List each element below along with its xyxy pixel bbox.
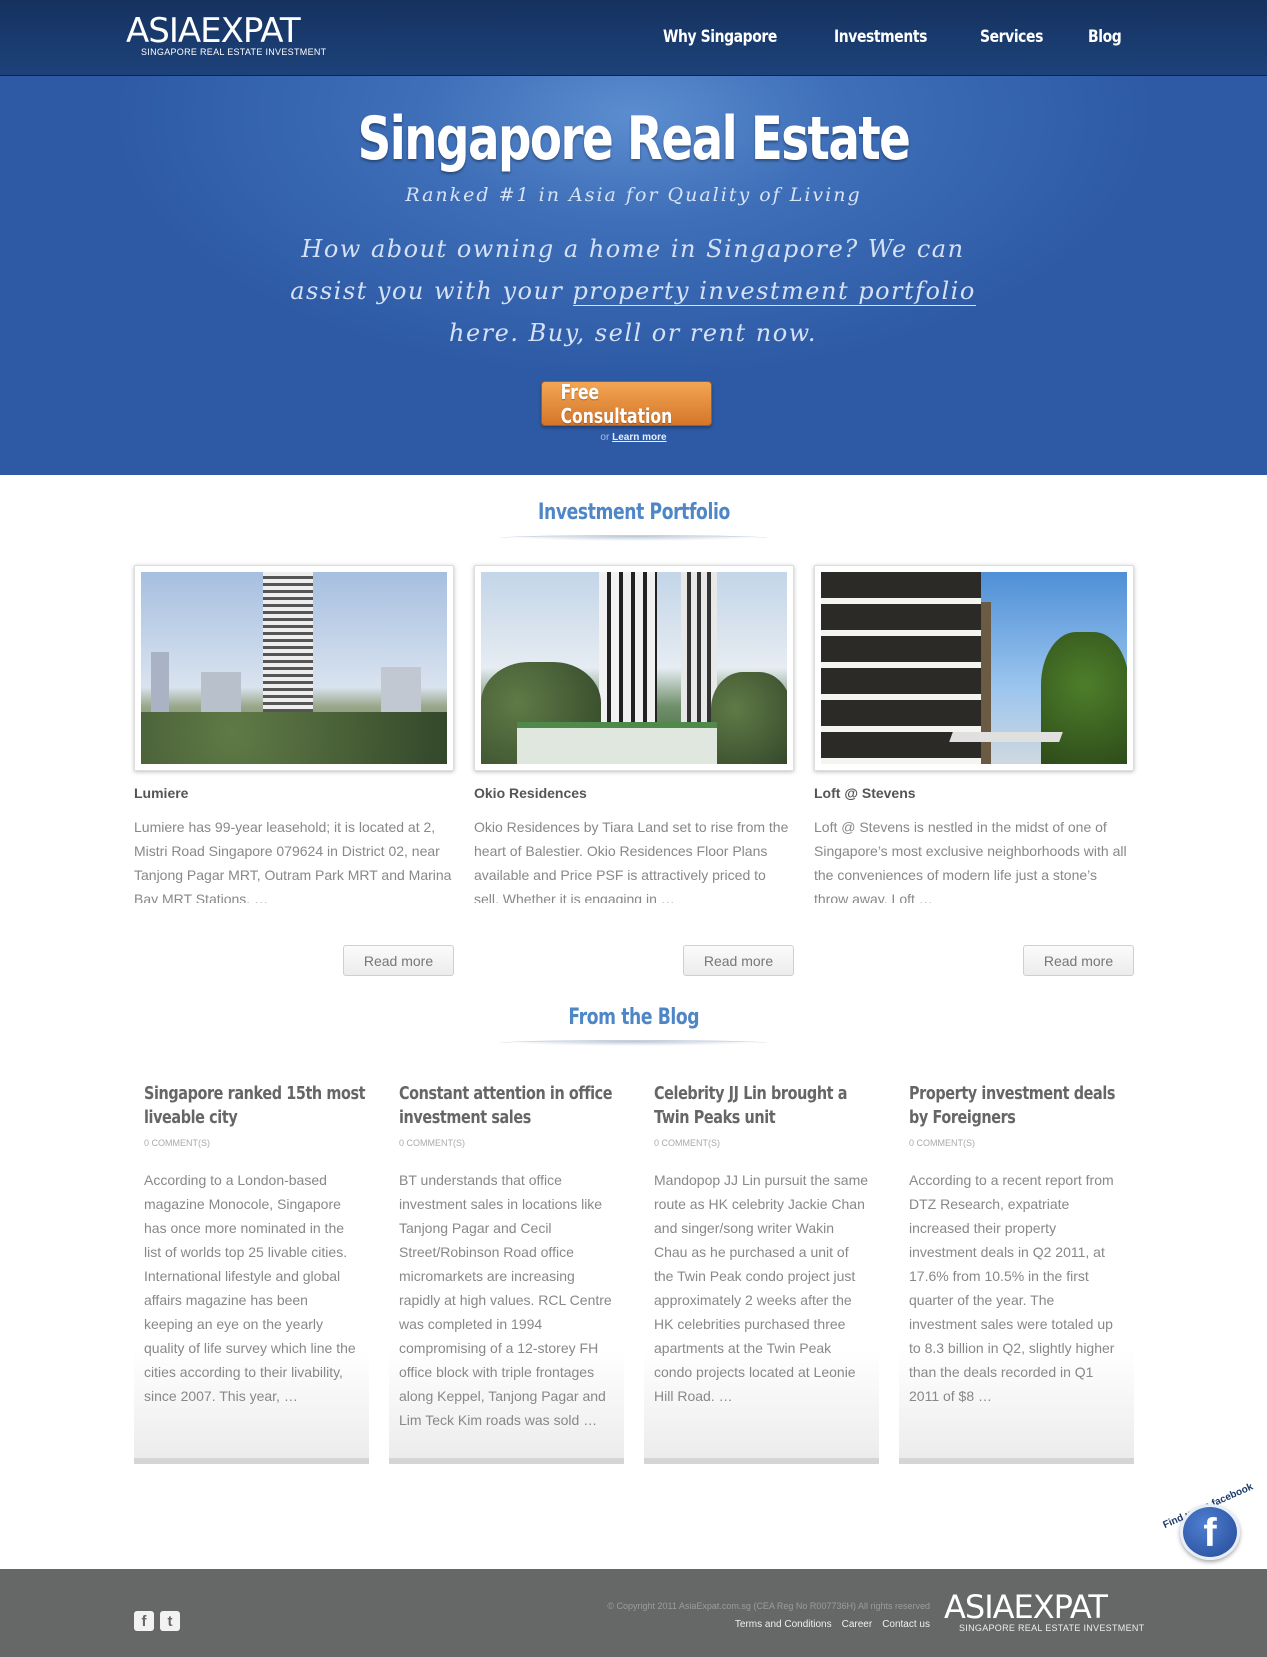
read-more-button[interactable]: Read more (1023, 945, 1134, 976)
read-more-button[interactable]: Read more (683, 945, 794, 976)
hero-pitch-highlight: property investment portfolio (572, 277, 976, 306)
blog-post-excerpt: Mandopop JJ Lin pursuit the same route a… (654, 1172, 869, 1404)
blog-post-excerpt: BT understands that office investment sa… (399, 1172, 612, 1428)
contact-link[interactable]: Contact us (882, 1619, 930, 1630)
portfolio-excerpt: Lumiere has 99-year leasehold; it is loc… (134, 819, 452, 903)
blog-post-title[interactable]: Singapore ranked 15th most liveable city (144, 1082, 368, 1130)
portfolio-heading: Investment Portfolio (0, 500, 1267, 525)
portfolio-divider (500, 535, 767, 541)
site-header: ASIAEXPAT SINGAPORE REAL ESTATE INVESTME… (0, 0, 1267, 76)
hero-banner: Singapore Real Estate Ranked #1 in Asia … (0, 76, 1267, 475)
learn-more-row: or Learn more (600, 432, 667, 443)
comment-count[interactable]: 0 COMMENT(S) (399, 1138, 614, 1148)
lumiere-photo[interactable] (134, 565, 454, 771)
footer-logo[interactable]: ASIAEXPAT SINGAPORE REAL ESTATE INVESTME… (944, 1589, 1144, 1633)
copyright-text: © Copyright 2011 AsiaExpat.com.sg (CEA R… (607, 1601, 930, 1611)
portfolio-card-okio: Okio Residences Okio Residences by Tiara… (474, 565, 794, 976)
blog-post-1: Singapore ranked 15th most liveable city… (134, 1072, 369, 1464)
footer-links: Terms and Conditions Career Contact us (735, 1619, 930, 1630)
portfolio-card-lumiere: Lumiere Lumiere has 99-year leasehold; i… (134, 565, 454, 976)
portfolio-title[interactable]: Lumiere (134, 785, 454, 801)
main-nav: Why Singapore Investments Services Blog (663, 27, 1129, 47)
blog-post-title[interactable]: Constant attention in office investment … (399, 1082, 623, 1130)
blog-post-3: Celebrity JJ Lin brought a Twin Peaks un… (644, 1072, 879, 1464)
hero-pitch: How about owning a home in Singapore? We… (290, 235, 976, 347)
blog-post-excerpt: According to a recent report from DTZ Re… (909, 1172, 1115, 1404)
logo-wordmark: ASIAEXPAT (126, 11, 301, 51)
nav-blog[interactable]: Blog (1088, 27, 1122, 47)
terms-link[interactable]: Terms and Conditions (735, 1619, 832, 1630)
portfolio-card-loft-stevens: Loft @ Stevens Loft @ Stevens is nestled… (814, 565, 1134, 976)
blog-post-2: Constant attention in office investment … (389, 1072, 624, 1464)
site-footer: f t © Copyright 2011 AsiaExpat.com.sg (C… (0, 1569, 1267, 1657)
portfolio-excerpt: Loft @ Stevens is nestled in the midst o… (814, 819, 1127, 903)
blog-post-title[interactable]: Property investment deals by Foreigners (909, 1082, 1133, 1130)
facebook-icon: f (1180, 1504, 1240, 1560)
blog-divider (500, 1040, 767, 1046)
blog-post-excerpt: According to a London-based magazine Mon… (144, 1172, 356, 1404)
loft-stevens-photo[interactable] (814, 565, 1134, 771)
hero-subtitle: Ranked #1 in Asia for Quality of Living (405, 184, 862, 206)
blog-post-4: Property investment deals by Foreigners … (899, 1072, 1134, 1464)
twitter-icon[interactable]: t (160, 1611, 180, 1631)
facebook-icon[interactable]: f (134, 1611, 154, 1631)
comment-count[interactable]: 0 COMMENT(S) (654, 1138, 869, 1148)
site-logo[interactable]: ASIAEXPAT SINGAPORE REAL ESTATE INVESTME… (126, 13, 326, 57)
portfolio-title[interactable]: Loft @ Stevens (814, 785, 1134, 801)
comment-count[interactable]: 0 COMMENT(S) (909, 1138, 1124, 1148)
blog-heading-text: From the Blog (568, 1005, 699, 1030)
nav-why-singapore[interactable]: Why Singapore (663, 27, 777, 47)
logo-wordmark: ASIAEXPAT (944, 1588, 1108, 1626)
free-consultation-button[interactable]: Free Consultation (541, 380, 712, 428)
learn-more-link[interactable]: Learn more (612, 432, 666, 443)
comment-count[interactable]: 0 COMMENT(S) (144, 1138, 359, 1148)
nav-services[interactable]: Services (980, 27, 1043, 47)
social-links: f t (134, 1611, 180, 1631)
nav-investments[interactable]: Investments (834, 27, 927, 47)
okio-photo[interactable] (474, 565, 794, 771)
portfolio-excerpt: Okio Residences by Tiara Land set to ris… (474, 819, 789, 903)
hero-title: Singapore Real Estate (357, 104, 911, 174)
facebook-badge[interactable]: Find us on facebook f (1160, 1480, 1255, 1565)
read-more-button[interactable]: Read more (343, 945, 454, 976)
logo-tagline: SINGAPORE REAL ESTATE INVESTMENT (141, 47, 327, 57)
portfolio-title[interactable]: Okio Residences (474, 785, 794, 801)
blog-post-title[interactable]: Celebrity JJ Lin brought a Twin Peaks un… (654, 1082, 878, 1130)
career-link[interactable]: Career (842, 1619, 873, 1630)
portfolio-heading-text: Investment Portfolio (537, 500, 730, 525)
blog-heading: From the Blog (0, 1005, 1267, 1030)
logo-tagline: SINGAPORE REAL ESTATE INVESTMENT (959, 1623, 1145, 1633)
